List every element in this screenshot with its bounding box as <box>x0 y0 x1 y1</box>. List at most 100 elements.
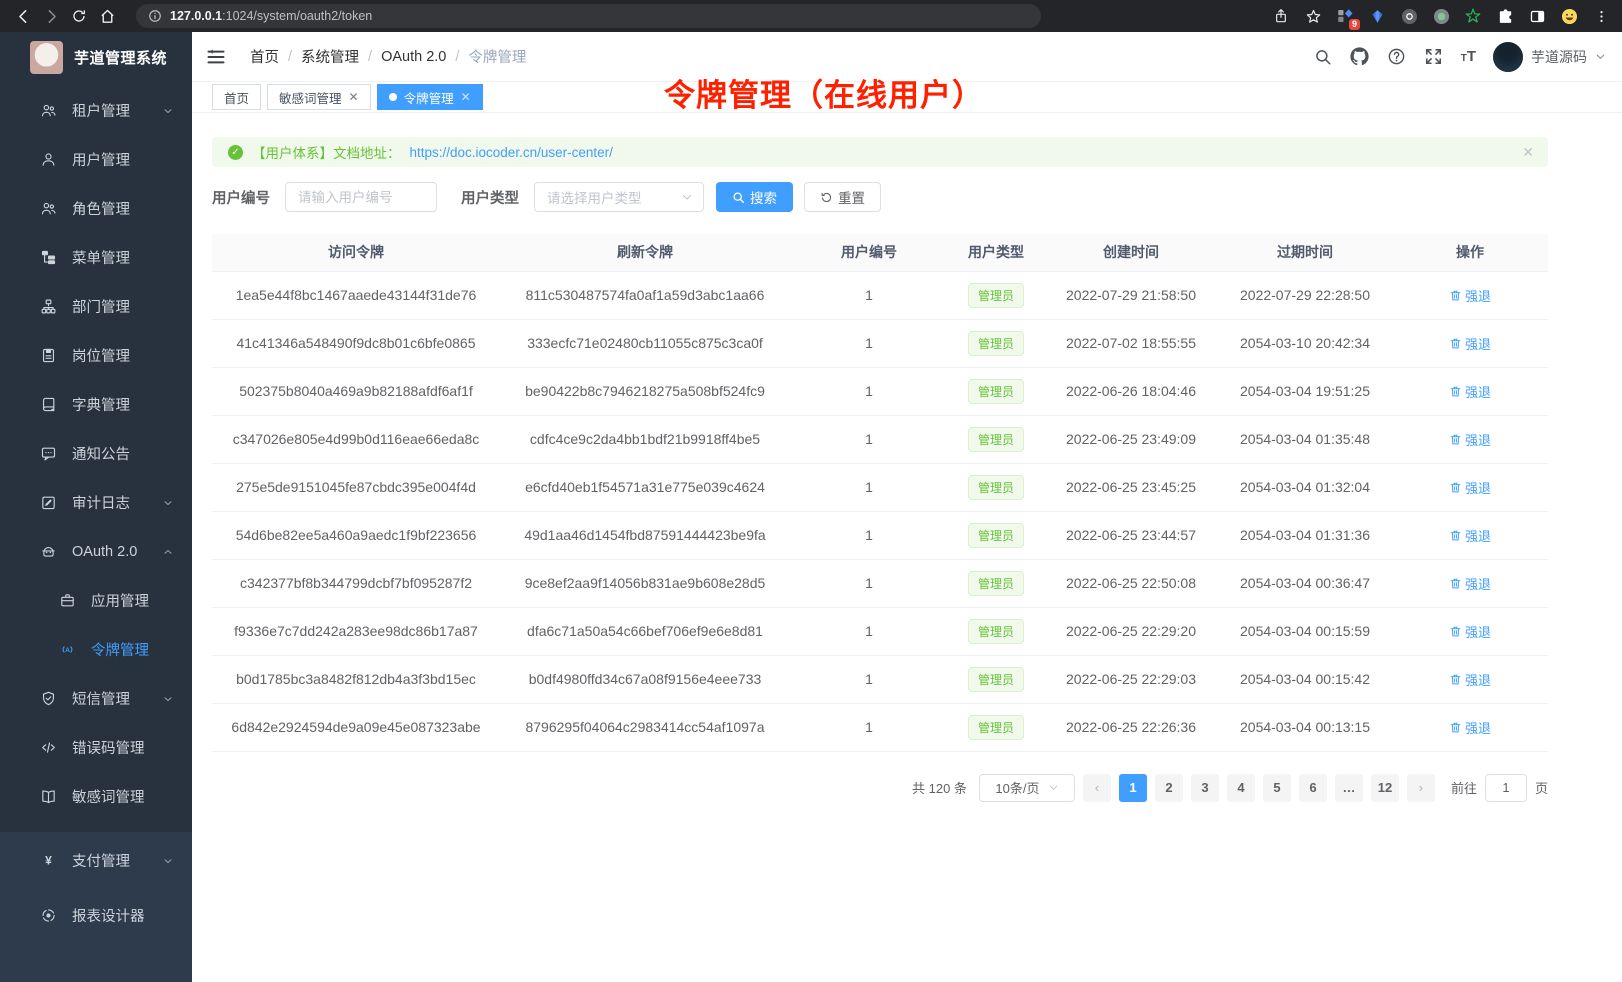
user-id-label: 用户编号 <box>212 187 270 208</box>
page-button-2[interactable]: 2 <box>1155 774 1183 802</box>
sidebar-item-通知公告[interactable]: 通知公告 <box>0 429 192 478</box>
force-logout-button[interactable]: 强退 <box>1449 622 1491 641</box>
sidebar-item-支付管理[interactable]: ¥支付管理 <box>0 836 192 885</box>
action-cell: 强退 <box>1392 511 1548 559</box>
record-extension-icon[interactable] <box>1430 5 1452 27</box>
puzzle-icon[interactable] <box>1494 5 1516 27</box>
search-icon[interactable] <box>1313 47 1333 67</box>
user-type-badge: 管理员 <box>968 619 1024 644</box>
sidebar-item-字典管理[interactable]: 字典管理 <box>0 380 192 429</box>
access-token-cell: 275e5de9151045fe87cbdc395e004f4d <box>212 463 500 511</box>
page-button-6[interactable]: 6 <box>1299 774 1327 802</box>
browser-back-button[interactable] <box>10 3 36 29</box>
trash-icon <box>1449 433 1462 446</box>
sidebar-item-菜单管理[interactable]: 菜单管理 <box>0 233 192 282</box>
sidebar-item-敏感词管理[interactable]: 敏感词管理 <box>0 772 192 821</box>
goto-page-input[interactable] <box>1485 774 1527 802</box>
doc-link[interactable]: https://doc.iocoder.cn/user-center/ <box>410 145 613 160</box>
success-check-icon: ✓ <box>228 145 243 160</box>
split-square-icon[interactable] <box>1526 5 1548 27</box>
sidebar-item-租户管理[interactable]: 租户管理 <box>0 86 192 135</box>
sidebar-item-报表设计器[interactable]: 报表设计器 <box>0 891 192 940</box>
prev-page-button[interactable]: ‹ <box>1083 774 1111 802</box>
chevron-down-icon <box>162 693 174 705</box>
force-logout-button[interactable]: 强退 <box>1449 382 1491 401</box>
pinned-extension-icon[interactable]: 9 <box>1334 5 1356 27</box>
user-type-cell: 管理员 <box>948 559 1044 607</box>
page-button-3[interactable]: 3 <box>1191 774 1219 802</box>
force-logout-button[interactable]: 强退 <box>1449 718 1491 737</box>
expire-time-cell: 2054-03-04 01:35:48 <box>1218 415 1392 463</box>
breadcrumb-item[interactable]: 系统管理 <box>301 46 359 67</box>
user-type-cell: 管理员 <box>948 319 1044 367</box>
dict-icon <box>39 396 57 414</box>
sidebar-item-应用管理[interactable]: 应用管理 <box>0 576 192 625</box>
tab-令牌管理[interactable]: 令牌管理✕ <box>377 84 483 110</box>
sidebar-item-岗位管理[interactable]: 岗位管理 <box>0 331 192 380</box>
created-time-cell: 2022-06-25 22:29:03 <box>1044 655 1218 703</box>
org-icon <box>39 298 57 316</box>
page-button-12[interactable]: 12 <box>1371 774 1399 802</box>
browser-home-button[interactable] <box>94 3 120 29</box>
user-menu[interactable]: 芋道源码 <box>1493 42 1606 72</box>
sidebar-item-短信管理[interactable]: 短信管理 <box>0 674 192 723</box>
force-logout-button[interactable]: 强退 <box>1449 430 1491 449</box>
chevron-down-icon <box>162 855 174 867</box>
force-logout-button[interactable]: 强退 <box>1449 478 1491 497</box>
sidebar-item-角色管理[interactable]: 角色管理 <box>0 184 192 233</box>
user-type-badge: 管理员 <box>968 523 1024 548</box>
force-logout-button[interactable]: 强退 <box>1449 574 1491 593</box>
reset-button[interactable]: 重置 <box>804 182 881 212</box>
search-button[interactable]: 搜索 <box>716 182 793 212</box>
user-type-select[interactable]: 请选择用户类型 <box>534 182 704 212</box>
avatar <box>1493 42 1523 72</box>
user-id-input[interactable] <box>285 182 437 212</box>
page-button-1[interactable]: 1 <box>1119 774 1147 802</box>
tab-首页[interactable]: 首页 <box>212 84 261 110</box>
collapse-sidebar-icon[interactable] <box>206 46 228 68</box>
pagination: 共 120 条 10条/页 ‹ 123456…12 › 前往 页 <box>212 774 1548 802</box>
next-page-button[interactable]: › <box>1407 774 1435 802</box>
sidebar-item-部门管理[interactable]: 部门管理 <box>0 282 192 331</box>
broadcast-icon: A <box>58 641 76 659</box>
font-size-icon[interactable]: TT <box>1461 48 1476 65</box>
site-info-icon[interactable] <box>148 9 162 23</box>
page-button-5[interactable]: 5 <box>1263 774 1291 802</box>
command-extension-icon[interactable] <box>1398 5 1420 27</box>
browser-forward-button[interactable] <box>38 3 64 29</box>
force-logout-button[interactable]: 强退 <box>1449 670 1491 689</box>
share-icon[interactable] <box>1270 5 1292 27</box>
sidebar-item-用户管理[interactable]: 用户管理 <box>0 135 192 184</box>
user-type-badge: 管理员 <box>968 715 1024 740</box>
force-logout-button[interactable]: 强退 <box>1449 526 1491 545</box>
sidebar-item-审计日志[interactable]: 审计日志 <box>0 478 192 527</box>
help-icon[interactable] <box>1387 47 1407 67</box>
tab-close-icon[interactable]: ✕ <box>349 90 359 104</box>
github-icon[interactable] <box>1350 47 1370 67</box>
tab-close-icon[interactable]: ✕ <box>461 90 471 104</box>
breadcrumb-item[interactable]: 首页 <box>250 46 279 67</box>
pie-icon <box>39 907 57 925</box>
sidebar-item-OAuth 2.0[interactable]: OAuth 2.0 <box>0 527 192 576</box>
app-logo[interactable]: 芋道管理系统 <box>0 32 192 82</box>
page-ellipsis[interactable]: … <box>1335 774 1363 802</box>
tab-敏感词管理[interactable]: 敏感词管理✕ <box>267 84 371 110</box>
bookmark-star-icon[interactable] <box>1302 5 1324 27</box>
force-logout-button[interactable]: 强退 <box>1449 334 1491 353</box>
fullscreen-icon[interactable] <box>1424 47 1444 67</box>
sidebar-item-令牌管理[interactable]: A令牌管理 <box>0 625 192 674</box>
page-button-4[interactable]: 4 <box>1227 774 1255 802</box>
sidebar-item-错误码管理[interactable]: 错误码管理 <box>0 723 192 772</box>
star-extension-icon[interactable] <box>1462 5 1484 27</box>
breadcrumb-item[interactable]: OAuth 2.0 <box>381 49 446 65</box>
page-size-select[interactable]: 10条/页 <box>979 774 1075 802</box>
force-logout-button[interactable]: 强退 <box>1449 286 1491 305</box>
kebab-menu-icon[interactable] <box>1590 5 1612 27</box>
annotation-title: 令牌管理（在线用户） <box>664 70 984 115</box>
alert-close-icon[interactable]: ✕ <box>1522 144 1534 161</box>
address-bar[interactable]: 127.0.0.1:1024/system/oauth2/token <box>136 4 1041 28</box>
url-path: :1024/system/oauth2/token <box>222 9 372 23</box>
browser-reload-button[interactable] <box>66 3 92 29</box>
gem-extension-icon[interactable] <box>1366 5 1388 27</box>
emoji-extension-icon[interactable] <box>1558 5 1580 27</box>
